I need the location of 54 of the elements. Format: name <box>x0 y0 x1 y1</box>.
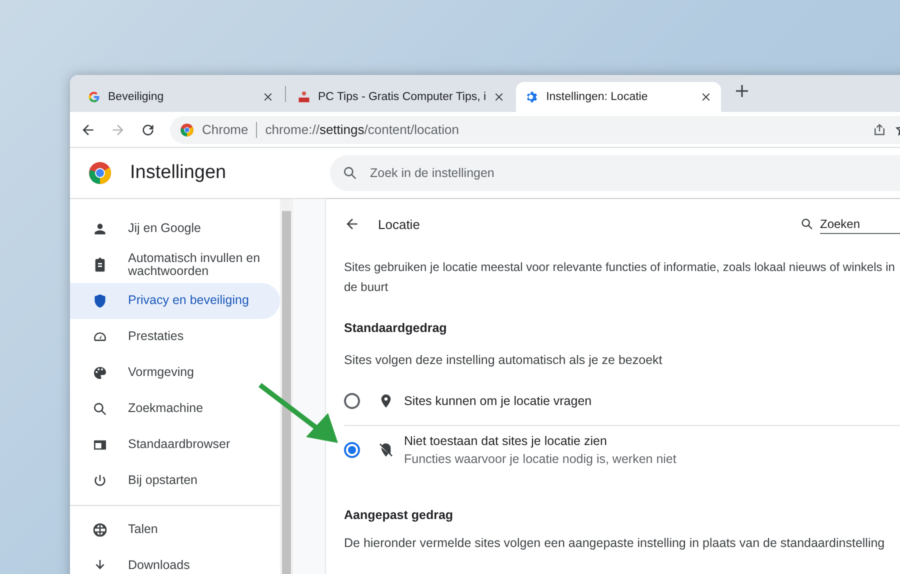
section-heading: Aangepast gedrag <box>344 508 454 522</box>
url-text: chrome://settings/content/location <box>265 122 459 137</box>
sidebar-item[interactable]: Vormgeving <box>70 355 280 391</box>
search-icon <box>342 165 358 181</box>
reload-icon <box>140 122 156 138</box>
sidebar-item[interactable]: Prestaties <box>70 319 280 355</box>
settings-icon <box>525 90 540 104</box>
close-icon <box>700 91 712 103</box>
description-text: Sites gebruiken je locatie meestal voor relevante functies of informatie, zoals lokaal nieuws of winkels in de buurt <box>344 259 896 296</box>
share-icon <box>872 122 887 137</box>
power-icon <box>92 473 108 489</box>
sidebar-item[interactable]: Automatisch invullen en wachtwoorden <box>70 247 280 283</box>
radio-option[interactable]: Niet toestaan dat sites je locatie zien Functies waarvoor je locatie nodig is, werken niet <box>344 425 900 474</box>
section-subtitle: De hieronder vermelde sites volgen een aangepaste instelling in plaats van de standaardinstelling <box>344 536 886 550</box>
google-logo-icon <box>87 90 101 104</box>
search-icon <box>800 217 814 231</box>
sidebar-item[interactable]: Standaardbrowser <box>70 427 280 463</box>
option-label: Sites kunnen om je locatie vragen <box>404 394 592 408</box>
sidebar-item[interactable]: Talen <box>70 512 280 548</box>
person-at-desk-icon <box>297 90 311 104</box>
sidebar-item[interactable]: Zoekmachine <box>70 391 280 427</box>
search-field[interactable]: Zoeken <box>820 214 900 234</box>
radio-button[interactable] <box>344 442 360 458</box>
radio-button[interactable] <box>344 393 360 409</box>
settings-title: Instellingen <box>130 162 228 184</box>
globe-icon <box>92 522 108 538</box>
close-icon <box>493 91 506 103</box>
browser-tab[interactable]: PC Tips - Gratis Computer Tips, i <box>288 82 514 112</box>
search-placeholder: Zoek in de instellingen <box>370 166 494 180</box>
sidebar-item[interactable]: Jij en Google <box>70 211 280 247</box>
back-arrow-icon <box>344 216 360 232</box>
shield-icon <box>92 293 108 309</box>
browser-tab[interactable]: Instellingen: Locatie <box>516 82 722 112</box>
section-heading: Standaardgedrag <box>344 321 448 335</box>
option-label: Niet toestaan dat sites je locatie zien <box>404 434 608 448</box>
scrollbar[interactable] <box>280 199 293 574</box>
section-subtitle: Sites volgen deze instelling automatisch als je ze bezoekt <box>344 353 664 367</box>
address-bar[interactable]: Chrome chrome://settings/content/location <box>170 116 900 144</box>
search-icon <box>92 401 108 417</box>
settings-search-field[interactable]: Zoek in de instellingen <box>330 155 900 191</box>
chrome-logo-icon <box>88 161 112 185</box>
page-title: Locatie <box>378 216 421 232</box>
close-icon <box>262 91 274 103</box>
radio-option[interactable]: Sites kunnen om je locatie vragen <box>344 377 900 425</box>
sidebar-item[interactable]: Privacy en beveiliging <box>70 283 280 319</box>
site-label: Chrome <box>202 122 248 137</box>
browser-tab[interactable]: Beveiliging <box>78 82 283 112</box>
sidebar-item[interactable]: Bij opstarten <box>70 463 280 499</box>
chrome-logo-icon <box>180 122 194 136</box>
person-icon <box>92 221 108 237</box>
sidebar-item[interactable]: Downloads <box>70 548 280 574</box>
palette-icon <box>92 365 108 381</box>
option-description: Functies waarvoor je locatie nodig is, werken niet <box>404 452 676 466</box>
location-off-icon <box>378 442 394 458</box>
